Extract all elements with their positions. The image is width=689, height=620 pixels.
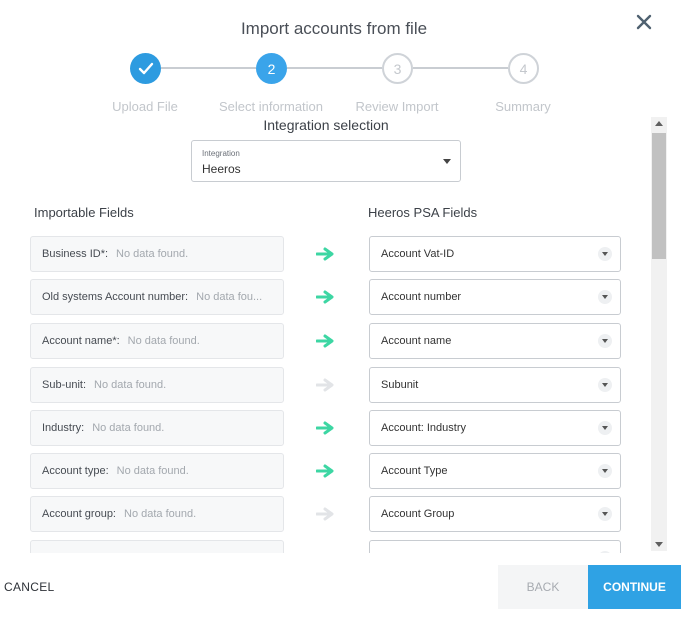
- dialog-title: Import accounts from file: [240, 19, 428, 38]
- scrollbar-thumb[interactable]: [652, 133, 666, 259]
- psa-field-select[interactable]: Subunit: [369, 367, 621, 403]
- psa-fields-heading: Heeros PSA Fields: [368, 205, 478, 220]
- psa-field-select[interactable]: [369, 540, 621, 553]
- arrow-right-icon: [316, 378, 334, 392]
- chevron-down-icon: [598, 290, 612, 304]
- psa-field-value: Account name: [381, 335, 452, 347]
- chevron-down-icon: [598, 464, 612, 478]
- psa-field-select[interactable]: Account: Industry: [369, 410, 621, 446]
- chevron-down-icon: [598, 247, 612, 261]
- field-label: Account type:: [42, 465, 109, 477]
- back-button[interactable]: BACK: [498, 565, 588, 609]
- field-label: Account group:: [42, 508, 116, 520]
- scroll-up-icon[interactable]: [655, 121, 663, 126]
- mapping-row: Business ID*: No data found. Account Vat-…: [0, 236, 650, 272]
- field-value: No data found.: [116, 248, 189, 260]
- psa-field-select[interactable]: Account number: [369, 279, 621, 315]
- step-2-label: Select information: [218, 99, 324, 114]
- step-4-circle[interactable]: 4: [508, 53, 539, 84]
- step-connector: [287, 67, 382, 69]
- step-4-label: Summary: [495, 99, 551, 114]
- field-label: Old systems Account number:: [42, 291, 189, 303]
- field-value: No data found.: [124, 508, 197, 520]
- field-label: Sub-unit:: [42, 379, 87, 391]
- psa-field-select[interactable]: Account name: [369, 323, 621, 359]
- integration-field-label: Integration: [202, 149, 240, 158]
- psa-field-value: Account Vat-ID: [381, 248, 455, 260]
- arrow-right-icon: [316, 334, 334, 348]
- stepper: 2 3 4 Upload File Select information Rev…: [112, 53, 551, 114]
- field-label: Business ID*:: [42, 248, 109, 260]
- chevron-down-icon: [598, 378, 612, 392]
- psa-field-value: Account Group: [381, 508, 455, 520]
- mapping-row: Industry: No data found. Account: Industr…: [0, 410, 650, 446]
- step-2-circle[interactable]: 2: [256, 53, 287, 84]
- scroll-down-icon[interactable]: [655, 542, 663, 547]
- arrow-right-icon: [316, 247, 334, 261]
- importable-field: Account group: No data found.: [30, 496, 284, 532]
- importable-field: Account type: No data found.: [30, 453, 284, 489]
- continue-button[interactable]: CONTINUE: [588, 565, 681, 609]
- mapping-row: Sub-unit: No data found. Subunit: [0, 367, 650, 403]
- step-connector: [161, 67, 256, 69]
- chevron-down-icon: [598, 507, 612, 521]
- arrow-right-icon: [316, 290, 334, 304]
- mapping-row: Old systems Account number: No data fou..…: [0, 279, 650, 315]
- importable-fields-heading: Importable Fields: [34, 205, 134, 220]
- step-1-label: Upload File: [112, 99, 178, 114]
- scrollbar[interactable]: [651, 117, 667, 551]
- psa-field-select[interactable]: Account Vat-ID: [369, 236, 621, 272]
- arrow-right-icon: [316, 464, 334, 478]
- arrow-right-icon: [316, 507, 334, 521]
- importable-field: [30, 540, 284, 553]
- step-1-circle[interactable]: [130, 53, 161, 84]
- step-3-label: Review Import: [355, 99, 439, 114]
- chevron-down-icon: [598, 421, 612, 435]
- chevron-down-icon: [598, 334, 612, 348]
- mapping-list: Business ID*: No data found. Account Vat-…: [0, 236, 650, 553]
- integration-value: Heeros: [202, 162, 241, 176]
- psa-field-value: Account Type: [381, 465, 448, 477]
- importable-field: Account name*: No data found.: [30, 323, 284, 359]
- field-value: No data found.: [94, 379, 167, 391]
- importable-field: Industry: No data found.: [30, 410, 284, 446]
- psa-field-select[interactable]: Account Type: [369, 453, 621, 489]
- importable-field: Old systems Account number: No data fou..…: [30, 279, 284, 315]
- field-label: Industry:: [42, 422, 85, 434]
- field-value: No data found.: [127, 335, 200, 347]
- psa-field-select[interactable]: Account Group: [369, 496, 621, 532]
- importable-field: Sub-unit: No data found.: [30, 367, 284, 403]
- close-icon[interactable]: [634, 12, 654, 32]
- cancel-button[interactable]: CANCEL: [4, 572, 54, 602]
- step-3-circle[interactable]: 3: [382, 53, 413, 84]
- importable-field: Business ID*: No data found.: [30, 236, 284, 272]
- caret-down-icon: [443, 159, 451, 164]
- field-label: Account name*:: [42, 335, 120, 347]
- step-connector: [413, 67, 508, 69]
- psa-field-value: Subunit: [381, 379, 419, 391]
- mapping-row: [0, 540, 650, 553]
- psa-field-value: Account: Industry: [381, 422, 466, 434]
- arrow-right-icon: [316, 421, 334, 435]
- checkmark-icon: [138, 62, 153, 74]
- chevron-down-icon: [598, 551, 612, 553]
- mapping-row: Account group: No data found. Account Gro…: [0, 496, 650, 532]
- field-value: No data found.: [116, 465, 189, 477]
- field-value: No data found.: [92, 422, 165, 434]
- integration-select[interactable]: Integration Heeros: [191, 140, 461, 182]
- psa-field-value: Account number: [381, 291, 462, 303]
- integration-section-title: Integration selection: [263, 117, 389, 133]
- mapping-row: Account name*: No data found. Account nam…: [0, 323, 650, 359]
- mapping-row: Account type: No data found. Account Type: [0, 453, 650, 489]
- field-value: No data fou...: [196, 291, 263, 303]
